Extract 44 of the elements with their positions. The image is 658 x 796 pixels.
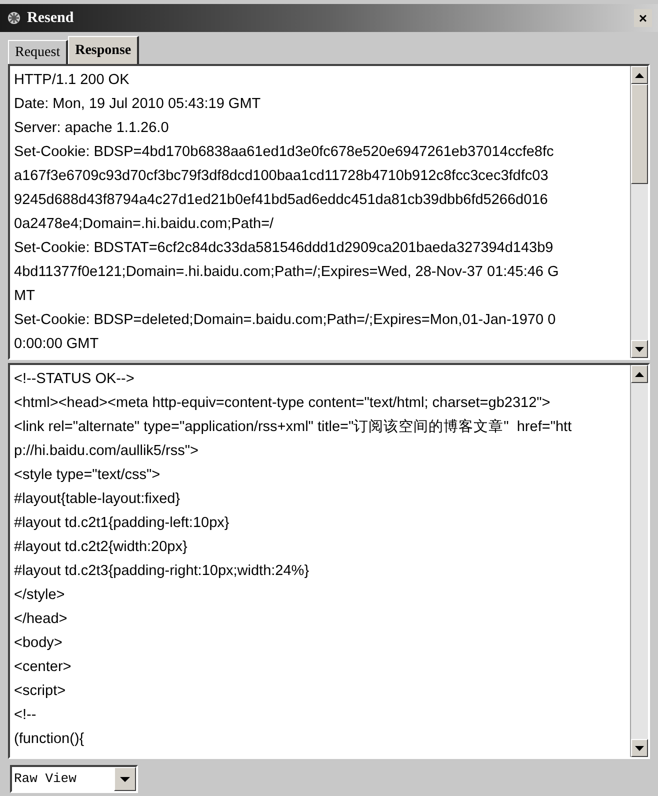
text-line: <link rel="alternate" type="application/rss+xml" title="订阅该空间的博客文章" href="htt bbox=[14, 418, 572, 437]
text-line: Set-Cookie: BDSTAT=6cf2c84dc33da581546ddd1d2909ca201baeda327394d143b9 bbox=[14, 239, 554, 258]
text-line: #layout td.c2t2{width:20px} bbox=[14, 538, 188, 557]
scroll-down-arrow-icon bbox=[635, 346, 644, 352]
text-line: #layout td.c2t1{padding-left:10px} bbox=[14, 514, 230, 533]
scroll-up-arrow-icon bbox=[635, 372, 644, 376]
text-line: 0:00:00 GMT bbox=[14, 335, 99, 354]
window-title: Resend bbox=[27, 8, 74, 28]
text-line: </head> bbox=[14, 610, 68, 629]
text-line: <script> bbox=[14, 682, 66, 701]
text-line: 0a2478e4;Domain=.hi.baidu.com;Path=/ bbox=[14, 215, 274, 234]
tab[interactable]: Request bbox=[8, 40, 68, 64]
text-line: HTTP/1.1 200 OK bbox=[14, 71, 130, 90]
text-line: 9245d688d43f8794a4c27d1ed21b0ef41bd5ad6eddc451da81cb39dbb6fd5266d016 bbox=[14, 191, 548, 210]
text-line: Set-Cookie: BDSP=4bd170b6838aa61ed1d3e0fc678e520e6947261eb37014ccfe8fc bbox=[14, 143, 554, 162]
text-line: 4bd11377f0e121;Domain=.hi.baidu.com;Path=/;Expires=Wed, 28-Nov-37 01:45:46 G bbox=[14, 263, 559, 282]
headers-text-area[interactable] bbox=[8, 64, 650, 360]
scroll-thumb[interactable] bbox=[631, 84, 648, 184]
scrollbar[interactable] bbox=[630, 66, 648, 358]
scrollbar[interactable] bbox=[630, 365, 648, 757]
text-line: <style type="text/css"> bbox=[14, 466, 160, 485]
scroll-down-arrow-icon bbox=[635, 746, 644, 750]
text-line: <center> bbox=[14, 658, 72, 677]
text-line: Set-Cookie: BDSP=deleted;Domain=.baidu.com;Path=/;Expires=Mon,01-Jan-1970 0 bbox=[14, 311, 556, 330]
view-select[interactable]: Raw View bbox=[10, 765, 138, 793]
text-line: (function(){ bbox=[14, 730, 84, 749]
text-line: a167f3e6709c93d70cf3bc79f3df8dcd100baa1cd11728b4710b912c8fcc3cec3fdfc03 bbox=[14, 167, 548, 186]
text-line: #layout td.c2t3{padding-right:10px;width:24%} bbox=[14, 562, 310, 581]
text-line: p://hi.baidu.com/aullik5/rss"> bbox=[14, 442, 198, 461]
text-line: </style> bbox=[14, 586, 65, 605]
text-line: MT bbox=[14, 287, 35, 306]
dropdown-arrow-icon bbox=[120, 776, 130, 782]
text-line: #layout{table-layout:fixed} bbox=[14, 490, 180, 509]
body-text-area[interactable] bbox=[8, 363, 650, 759]
text-line: Date: Mon, 19 Jul 2010 05:43:19 GMT bbox=[14, 95, 261, 114]
tab[interactable]: Response bbox=[68, 36, 140, 64]
text-line: <!--STATUS OK--> bbox=[14, 370, 134, 389]
text-line: Server: apache 1.1.26.0 bbox=[14, 119, 169, 138]
text-line: <body> bbox=[14, 634, 62, 653]
close-button[interactable]: × bbox=[634, 9, 652, 27]
text-line: <!-- bbox=[14, 706, 36, 725]
app-icon bbox=[6, 10, 22, 26]
scroll-up-arrow-icon bbox=[635, 72, 644, 78]
text-line: <html><head><meta http-equiv=content-type content="text/html; charset=gb2312"> bbox=[14, 394, 550, 413]
